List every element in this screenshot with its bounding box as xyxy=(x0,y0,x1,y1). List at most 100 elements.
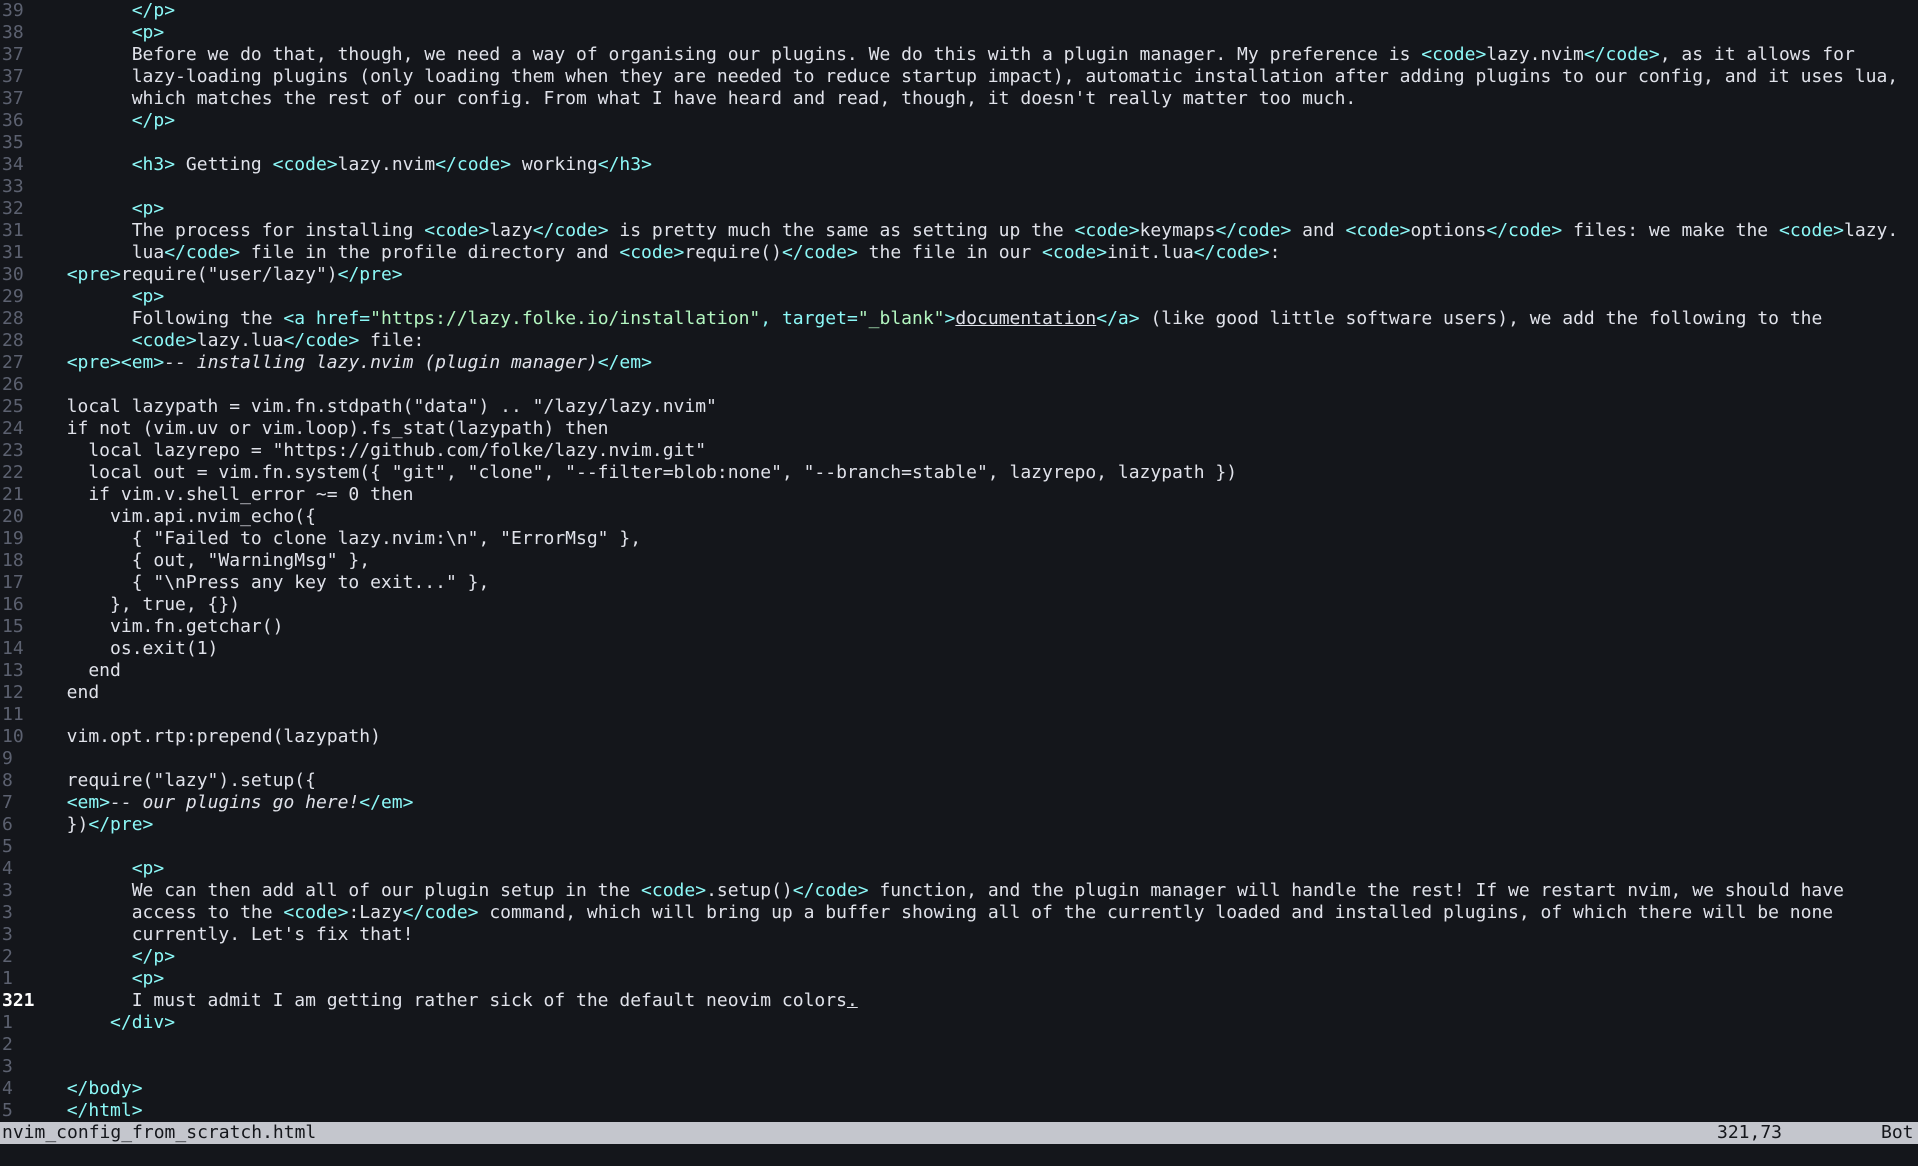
code-token: }) xyxy=(45,814,89,835)
editor-line-current[interactable]: 321 I must admit I am getting rather sic… xyxy=(0,990,1918,1012)
code-token: os.exit(1) xyxy=(45,638,219,659)
line-number: 37 xyxy=(2,88,24,109)
editor-line[interactable]: 17 { "\nPress any key to exit..." }, xyxy=(0,572,1918,594)
code-token: Getting xyxy=(175,154,273,175)
editor-line[interactable]: 6 })</pre> xyxy=(0,814,1918,836)
code-token: <a href= xyxy=(283,308,371,329)
editor-line[interactable]: 16 }, true, {}) xyxy=(0,594,1918,616)
line-content: lua</code> file in the profile directory… xyxy=(45,242,1281,264)
line-number: 21 xyxy=(2,484,24,505)
code-token: The process for installing xyxy=(45,220,425,241)
editor-line[interactable]: 27 <pre><em>-- installing lazy.nvim (plu… xyxy=(0,352,1918,374)
editor-line[interactable]: 4 <p> xyxy=(0,858,1918,880)
editor-line[interactable]: 31 lua</code> file in the profile direct… xyxy=(0,242,1918,264)
editor-line[interactable]: 10 vim.opt.rtp:prepend(lazypath) xyxy=(0,726,1918,748)
editor-line[interactable]: 1 </div> xyxy=(0,1012,1918,1034)
editor-line[interactable]: 5 </html> xyxy=(0,1100,1918,1122)
editor-line[interactable]: 28 Following the <a href="https://lazy.f… xyxy=(0,308,1918,330)
editor-line[interactable]: 11 xyxy=(0,704,1918,726)
editor-line[interactable]: 37 which matches the rest of our config.… xyxy=(0,88,1918,110)
editor-line[interactable]: 8 require("lazy").setup({ xyxy=(0,770,1918,792)
code-token: </em> xyxy=(359,792,414,813)
editor-line[interactable]: 14 os.exit(1) xyxy=(0,638,1918,660)
editor-line[interactable]: 37 lazy-loading plugins (only loading th… xyxy=(0,66,1918,88)
code-token: require("user/lazy") xyxy=(120,264,338,285)
code-token: "_blank" xyxy=(857,308,945,329)
code-token: </code> xyxy=(283,330,360,351)
editor-line[interactable]: 34 <h3> Getting <code>lazy.nvim</code> w… xyxy=(0,154,1918,176)
editor-line[interactable]: 36 </p> xyxy=(0,110,1918,132)
editor-line[interactable]: 39 </p> xyxy=(0,0,1918,22)
editor-line[interactable]: 28 <code>lazy.lua</code> file: xyxy=(0,330,1918,352)
line-number: 4 xyxy=(2,858,13,879)
code-token: <code> xyxy=(1345,220,1411,241)
editor-line[interactable]: 38 <p> xyxy=(0,22,1918,44)
line-content: vim.api.nvim_echo({ xyxy=(45,506,316,528)
editor-line[interactable]: 4 </body> xyxy=(0,1078,1918,1100)
code-token: local out = vim.fn.system({ "git", "clon… xyxy=(45,462,1238,483)
editor-line[interactable]: 12 end xyxy=(0,682,1918,704)
code-token: </code> xyxy=(1193,242,1270,263)
editor-line[interactable]: 24 if not (vim.uv or vim.loop).fs_stat(l… xyxy=(0,418,1918,440)
line-content: The process for installing <code>lazy</c… xyxy=(45,220,1899,242)
editor-line[interactable]: 15 vim.fn.getchar() xyxy=(0,616,1918,638)
line-content: </html> xyxy=(45,1100,143,1122)
editor-line[interactable]: 2 </p> xyxy=(0,946,1918,968)
line-number: 3 xyxy=(2,902,13,923)
line-number: 1 xyxy=(2,968,13,989)
line-content: <h3> Getting <code>lazy.nvim</code> work… xyxy=(45,154,652,176)
line-number: 10 xyxy=(2,726,24,747)
editor-line[interactable]: 5 xyxy=(0,836,1918,858)
editor-line[interactable]: 13 end xyxy=(0,660,1918,682)
command-line[interactable] xyxy=(0,1144,1918,1166)
code-token: <code> xyxy=(424,220,490,241)
editor-line[interactable]: 18 { out, "WarningMsg" }, xyxy=(0,550,1918,572)
editor-buffer[interactable]: 39 </p> 38 <p> 37 Before we do that, thoug… xyxy=(0,0,1918,1122)
code-token: { out, "WarningMsg" }, xyxy=(45,550,371,571)
code-token: command, which will bring up a buffer sh… xyxy=(478,902,1834,923)
editor-line[interactable]: 25 local lazypath = vim.fn.stdpath("data… xyxy=(0,396,1918,418)
line-number: 25 xyxy=(2,396,24,417)
editor-line[interactable]: 29 <p> xyxy=(0,286,1918,308)
code-token: the file in our xyxy=(857,242,1043,263)
code-token: lazy. xyxy=(1844,220,1899,241)
editor-line[interactable]: 20 vim.api.nvim_echo({ xyxy=(0,506,1918,528)
code-token: </p> xyxy=(131,110,176,131)
editor-line[interactable]: 9 xyxy=(0,748,1918,770)
code-token: <code> xyxy=(283,902,349,923)
editor-line[interactable]: 7 <em>-- our plugins go here!</em> xyxy=(0,792,1918,814)
editor-line[interactable]: 1 <p> xyxy=(0,968,1918,990)
editor-line[interactable]: 22 local out = vim.fn.system({ "git", "c… xyxy=(0,462,1918,484)
editor-line[interactable]: 30 <pre>require("user/lazy")</pre> xyxy=(0,264,1918,286)
line-content: Before we do that, though, we need a way… xyxy=(45,44,1855,66)
editor-line[interactable]: 19 { "Failed to clone lazy.nvim:\n", "Er… xyxy=(0,528,1918,550)
code-token: and xyxy=(1291,220,1346,241)
editor-line[interactable]: 32 <p> xyxy=(0,198,1918,220)
editor-line[interactable]: 31 The process for installing <code>lazy… xyxy=(0,220,1918,242)
editor-line[interactable]: 3 currently. Let's fix that! xyxy=(0,924,1918,946)
editor-line[interactable]: 23 local lazyrepo = "https://github.com/… xyxy=(0,440,1918,462)
line-content: <pre><em>-- installing lazy.nvim (plugin… xyxy=(45,352,652,374)
editor-line[interactable]: 3 xyxy=(0,1056,1918,1078)
editor-line[interactable]: 2 xyxy=(0,1034,1918,1056)
editor-line[interactable]: 3 We can then add all of our plugin setu… xyxy=(0,880,1918,902)
editor-line[interactable]: 21 if vim.v.shell_error ~= 0 then xyxy=(0,484,1918,506)
editor-line[interactable]: 33 xyxy=(0,176,1918,198)
editor-line[interactable]: 26 xyxy=(0,374,1918,396)
editor-line[interactable]: 37 Before we do that, though, we need a … xyxy=(0,44,1918,66)
line-number: 18 xyxy=(2,550,24,571)
code-token: </code> xyxy=(1583,44,1660,65)
line-number: 28 xyxy=(2,308,24,329)
line-number: 5 xyxy=(2,836,13,857)
editor-line[interactable]: 3 access to the <code>:Lazy</code> comma… xyxy=(0,902,1918,924)
editor-line[interactable]: 35 xyxy=(0,132,1918,154)
line-number: 7 xyxy=(2,792,13,813)
code-token: files: we make the xyxy=(1562,220,1779,241)
line-number: 13 xyxy=(2,660,24,681)
line-number: 33 xyxy=(2,176,24,197)
code-token: "https://lazy.folke.io/installation" xyxy=(370,308,761,329)
line-number: 6 xyxy=(2,814,13,835)
